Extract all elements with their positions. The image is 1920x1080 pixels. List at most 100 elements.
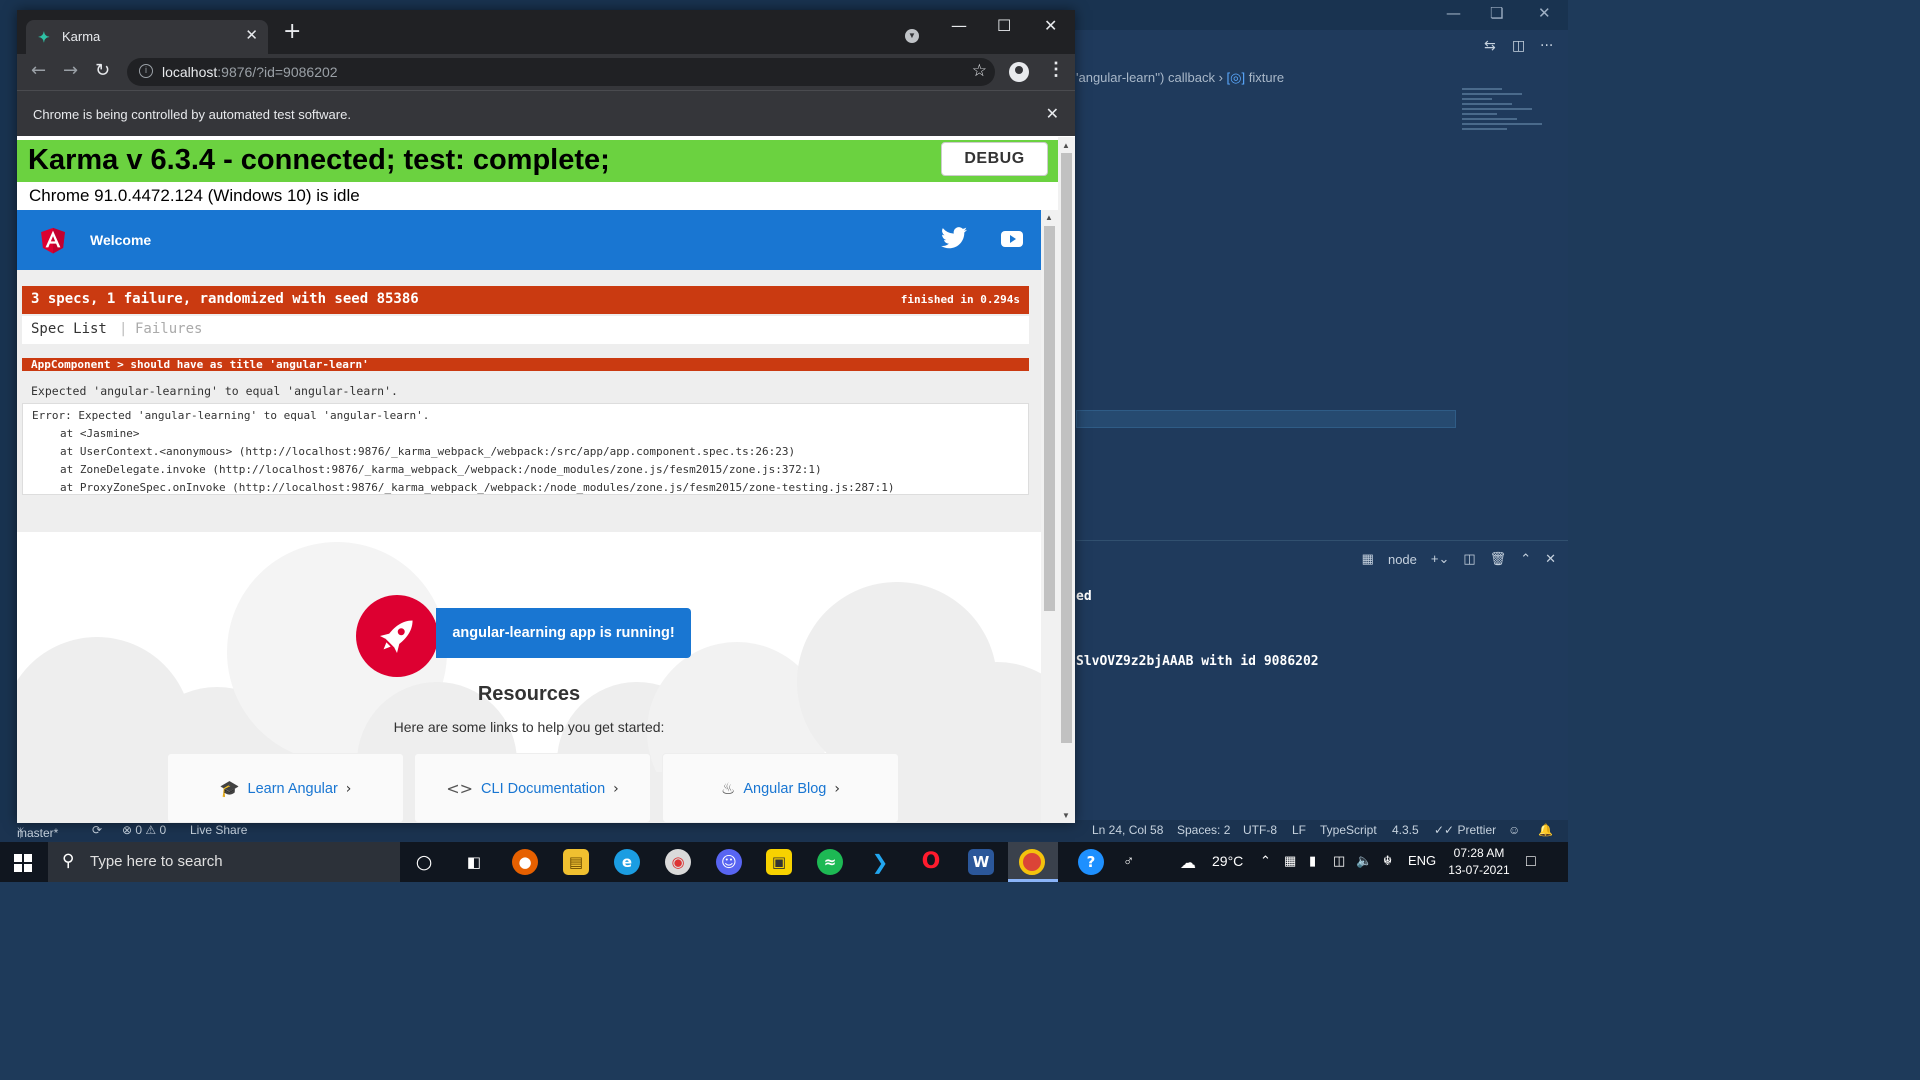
word-icon[interactable]: W (968, 849, 994, 875)
discord-icon[interactable]: ☺ (716, 849, 742, 875)
taskbar-search[interactable]: ⚲ Type here to search (48, 842, 400, 882)
tab-close-icon[interactable]: ✕ (245, 26, 258, 44)
prettier-status[interactable]: ✓✓ Prettier (1434, 823, 1496, 837)
karma-favicon-icon: ✦ (38, 29, 50, 45)
minimize-icon[interactable]: — (1446, 4, 1461, 22)
maximize-icon[interactable]: ☐ (997, 16, 1011, 35)
notifications-bell-icon[interactable]: 🔔 (1538, 823, 1553, 837)
back-arrow-icon[interactable]: ← (31, 60, 46, 81)
file-explorer-icon[interactable]: ▤ (563, 849, 589, 875)
tab-karma[interactable]: ✦ Karma ✕ (26, 20, 268, 54)
sticky-notes-icon[interactable]: ▣ (766, 849, 792, 875)
chrome-profile-icon[interactable]: ◉ (665, 849, 691, 875)
action-center-icon[interactable]: □ (1526, 853, 1536, 871)
close-panel-icon[interactable]: ✕ (1545, 551, 1556, 567)
display-icon[interactable]: ◫ (1333, 853, 1345, 869)
terminal-line: ed (1076, 589, 1092, 604)
problems-status[interactable]: ⊗ 0 ⚠ 0 (122, 823, 166, 837)
reload-icon[interactable]: ↻ (95, 60, 110, 81)
tab-title: Karma (62, 29, 101, 44)
breadcrumb-callback[interactable]: 'angular-learn'') callback (1076, 70, 1215, 85)
site-info-icon[interactable]: i (139, 64, 153, 78)
more-actions-icon[interactable]: ··· (1540, 38, 1553, 54)
page-content: Karma v 6.3.4 - connected; test: complet… (17, 137, 1075, 823)
bookmark-star-icon[interactable]: ☆ (972, 61, 987, 81)
cortana-icon[interactable]: ○ (411, 849, 437, 875)
indentation-status[interactable]: Spaces: 2 (1177, 823, 1230, 837)
new-tab-icon[interactable]: + (283, 21, 301, 43)
encoding-status[interactable]: UTF-8 (1243, 823, 1277, 837)
youtube-icon[interactable] (1001, 231, 1023, 247)
infobar-close-icon[interactable]: ✕ (1046, 104, 1059, 123)
terminal-selector[interactable]: node (1388, 552, 1417, 567)
card-label: Learn Angular (247, 780, 338, 797)
scroll-up-icon[interactable]: ▲ (1062, 141, 1070, 150)
restore-icon[interactable]: ❏ (1490, 4, 1503, 22)
iframe-scrollbar[interactable]: ▲ (1041, 210, 1058, 823)
weather-icon[interactable]: ☁ (1180, 853, 1196, 873)
page-scrollbar[interactable]: ▲ ▼ (1058, 137, 1075, 823)
spotify-icon[interactable]: ≈ (817, 849, 843, 875)
opera-icon[interactable]: O (918, 849, 944, 875)
automation-infobar: Chrome is being controlled by automated … (17, 90, 1075, 136)
chrome-menu-icon[interactable]: ⋮ (1047, 59, 1065, 80)
failures-link[interactable]: Failures (135, 321, 202, 337)
terminal-line: SlvOVZ9z2bjAAAB with id 9086202 (1076, 654, 1319, 669)
learn-angular-card[interactable]: 🎓 Learn Angular › (167, 753, 404, 823)
close-icon[interactable]: ✕ (1538, 4, 1551, 22)
profile-avatar-icon[interactable] (1009, 62, 1029, 82)
forward-arrow-icon[interactable]: → (63, 60, 78, 81)
close-window-icon[interactable]: ✕ (1044, 16, 1057, 35)
compare-icon[interactable]: ⇆ (1484, 38, 1496, 54)
split-editor-icon[interactable]: ◫ (1512, 38, 1525, 54)
tray-app-icon[interactable]: ▦ (1284, 853, 1296, 869)
firefox-icon[interactable]: ● (512, 849, 538, 875)
live-share-status[interactable]: Live Share (190, 823, 247, 837)
feedback-icon[interactable]: ☺ (1508, 823, 1520, 837)
iframe-scroll-thumb[interactable] (1044, 226, 1055, 611)
tray-expand-icon[interactable]: ⌃ (1260, 853, 1271, 869)
breadcrumb-fixture[interactable]: fixture (1249, 70, 1284, 85)
trash-icon[interactable]: 🗑 (1490, 551, 1507, 567)
maximize-panel-icon[interactable]: ⌃ (1520, 551, 1531, 567)
cli-documentation-card[interactable]: <> CLI Documentation › (414, 753, 651, 823)
url-text[interactable]: localhost:9876/?id=9086202 (162, 64, 338, 80)
eol-status[interactable]: LF (1292, 823, 1306, 837)
add-terminal-icon[interactable]: +⌄ (1431, 551, 1449, 567)
angular-blog-card[interactable]: ♨ Angular Blog › (662, 753, 899, 823)
status-bar: ᛉ master* ⟳ ⊗ 0 ⚠ 0 Live Share Ln 24, Co… (0, 820, 1568, 842)
breadcrumb[interactable]: 'angular-learn'') callback › [◎] fixture (1076, 70, 1284, 86)
input-language[interactable]: ENG (1408, 853, 1436, 868)
twitter-icon[interactable] (941, 227, 967, 249)
battery-icon[interactable]: ▮ (1309, 853, 1316, 869)
url-host: localhost (162, 64, 218, 80)
debug-button[interactable]: DEBUG (941, 142, 1048, 176)
taskbar-clock[interactable]: 07:28 AM 13-07-2021 (1440, 845, 1518, 879)
wifi-icon[interactable]: ☬ (1383, 853, 1392, 869)
minimap[interactable] (1462, 88, 1542, 148)
tab-search-icon[interactable]: ▼ (905, 29, 919, 43)
edge-icon[interactable]: e (614, 849, 640, 875)
ts-version[interactable]: 4.3.5 (1392, 823, 1419, 837)
failed-spec-name[interactable]: AppComponent > should have as title 'ang… (22, 358, 1029, 371)
volume-icon[interactable]: 🔈 (1356, 853, 1372, 869)
windows-taskbar: ⚲ Type here to search ○ ◧ ● ▤ e ◉ ☺ ▣ ≈ … (0, 842, 1568, 882)
task-view-icon[interactable]: ◧ (461, 849, 487, 875)
chevron-right-icon: › (613, 780, 619, 797)
spec-list-link[interactable]: Spec List (31, 321, 107, 337)
language-mode[interactable]: TypeScript (1320, 823, 1377, 837)
vscode-icon[interactable]: ❯ (867, 849, 893, 875)
minimize-icon[interactable]: — (951, 16, 967, 35)
cursor-position[interactable]: Ln 24, Col 58 (1092, 823, 1163, 837)
windows-start-icon[interactable] (14, 854, 32, 872)
scroll-down-icon[interactable]: ▼ (1062, 811, 1070, 820)
address-bar[interactable]: i localhost:9876/?id=9086202 ☆ (127, 58, 995, 86)
split-terminal-icon[interactable]: ◫ (1463, 551, 1475, 567)
chrome-icon[interactable] (1019, 849, 1045, 875)
sync-icon[interactable]: ⟳ (92, 823, 102, 837)
people-icon[interactable]: ♂ (1123, 853, 1134, 870)
page-scroll-thumb[interactable] (1061, 153, 1072, 743)
scroll-up-icon[interactable]: ▲ (1045, 213, 1053, 222)
help-icon[interactable]: ? (1078, 849, 1104, 875)
weather-temp[interactable]: 29°C (1212, 853, 1243, 869)
